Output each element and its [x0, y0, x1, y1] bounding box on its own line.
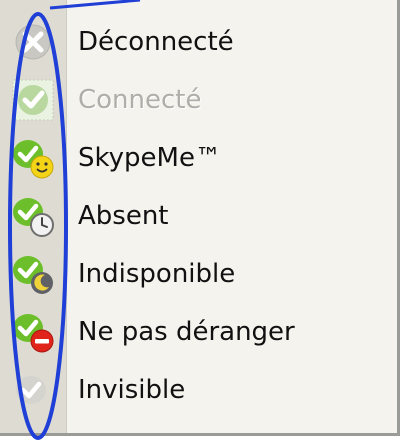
annotation-ellipse	[8, 0, 141, 440]
